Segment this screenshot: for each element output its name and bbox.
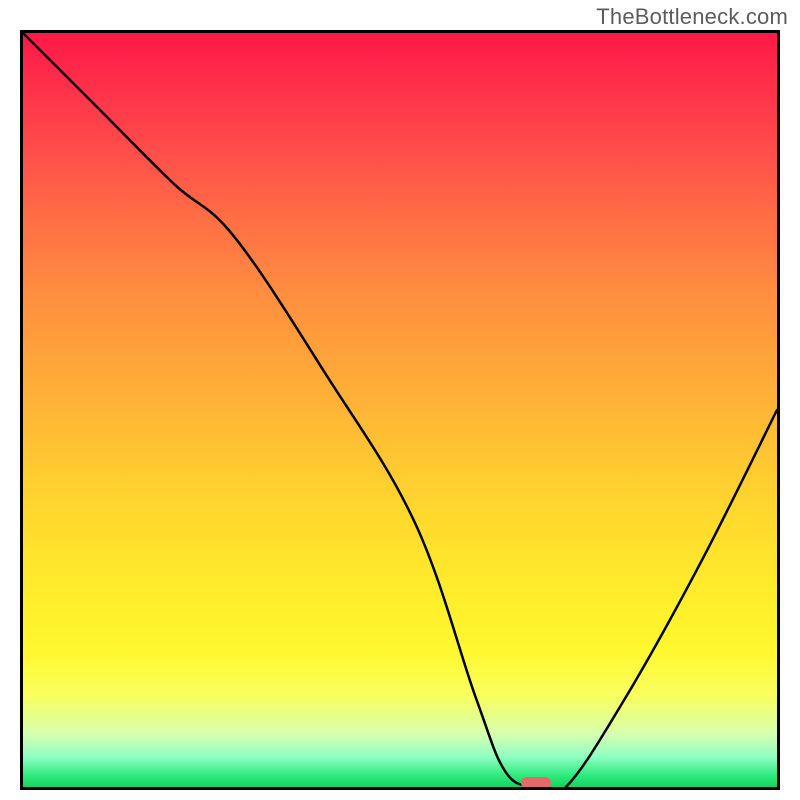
watermark-text: TheBottleneck.com bbox=[596, 4, 788, 30]
bottleneck-curve bbox=[23, 33, 777, 787]
plot-frame bbox=[20, 30, 780, 790]
optimal-point-marker bbox=[521, 777, 551, 789]
